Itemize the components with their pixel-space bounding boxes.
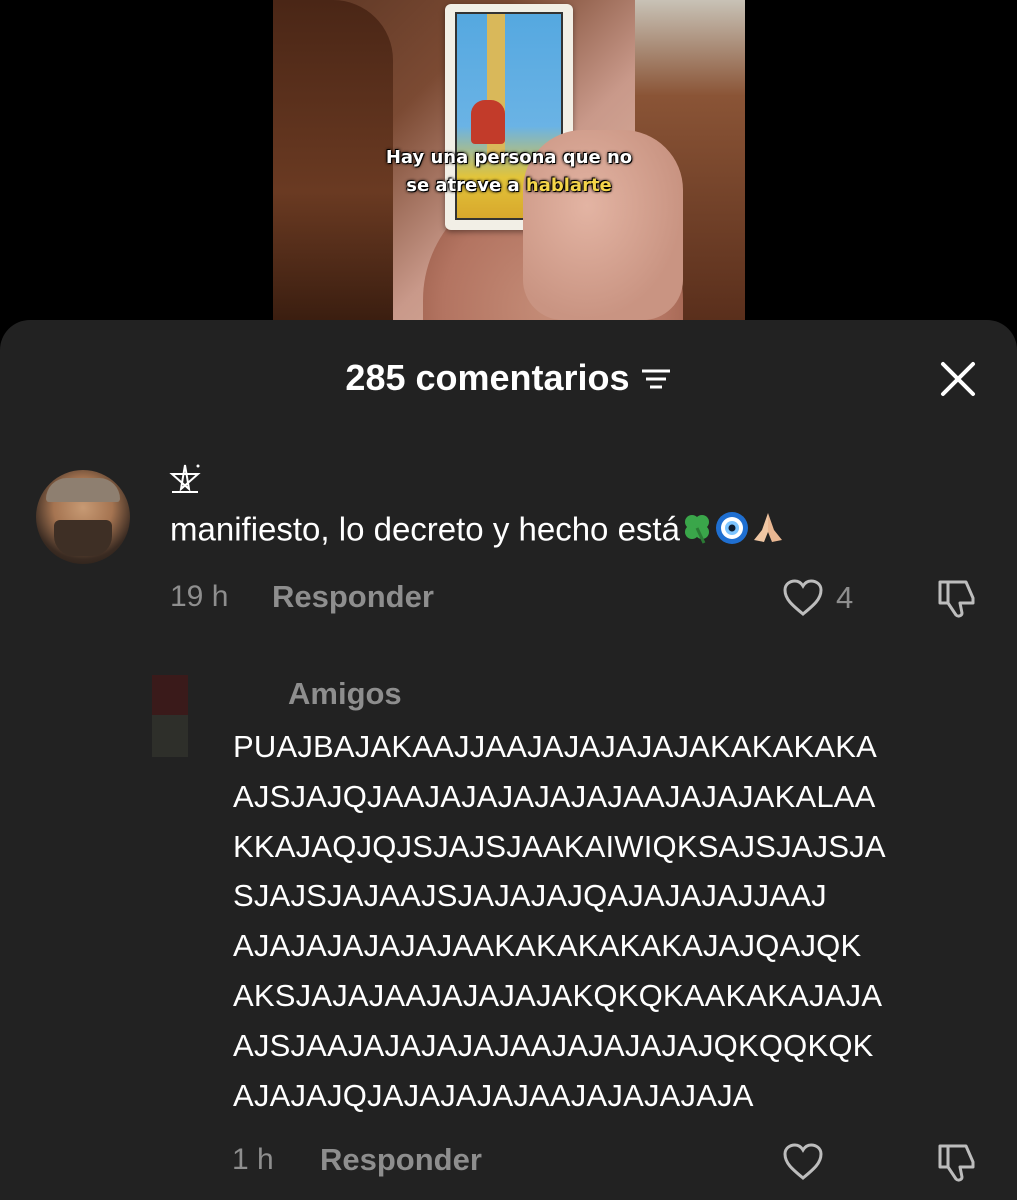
reply-button[interactable]: Responder [272,579,434,615]
filter-icon[interactable] [640,367,672,396]
reply-timestamp: 1 h [232,1143,274,1176]
comment-text: manifiesto, lo decreto y hecho está [170,510,786,554]
pentagram-icon [168,462,202,501]
heart-icon[interactable] [782,578,824,623]
video-caption-highlight: hablarte [525,175,612,196]
comments-sheet: 285 comentarios manifiesto, lo decreto y… [0,320,1017,1200]
nazar-amulet-icon [714,510,750,554]
heart-icon[interactable] [782,1142,824,1187]
video-caption-line1: Hay una persona que no [385,147,633,168]
close-icon [941,362,975,396]
reply-text: PUAJBAJAKAAJJAAJAJAJAJAJAKAKAKAKA AJSJAJ… [233,729,886,1113]
reply-avatar[interactable] [152,675,188,757]
video-caption-line2: se atreve a hablarte [406,175,612,196]
folded-hands-icon [750,510,786,554]
comment-timestamp: 19 h [170,580,229,613]
comments-header: 285 comentarios [0,357,1017,398]
like-count: 4 [836,580,854,615]
four-leaf-clover-icon [680,511,714,553]
comments-count-title: 285 comentarios [345,357,630,398]
video-caption: Hay una persona que no se atreve a habla… [273,144,745,200]
avatar[interactable] [36,470,130,564]
dislike-icon[interactable] [936,1142,978,1189]
video-player[interactable]: Hay una persona que no se atreve a habla… [273,0,745,320]
dislike-icon[interactable] [936,578,978,625]
close-button[interactable] [939,360,977,398]
friends-tag: Amigos [288,676,402,711]
reply-button[interactable]: Responder [320,1142,482,1178]
